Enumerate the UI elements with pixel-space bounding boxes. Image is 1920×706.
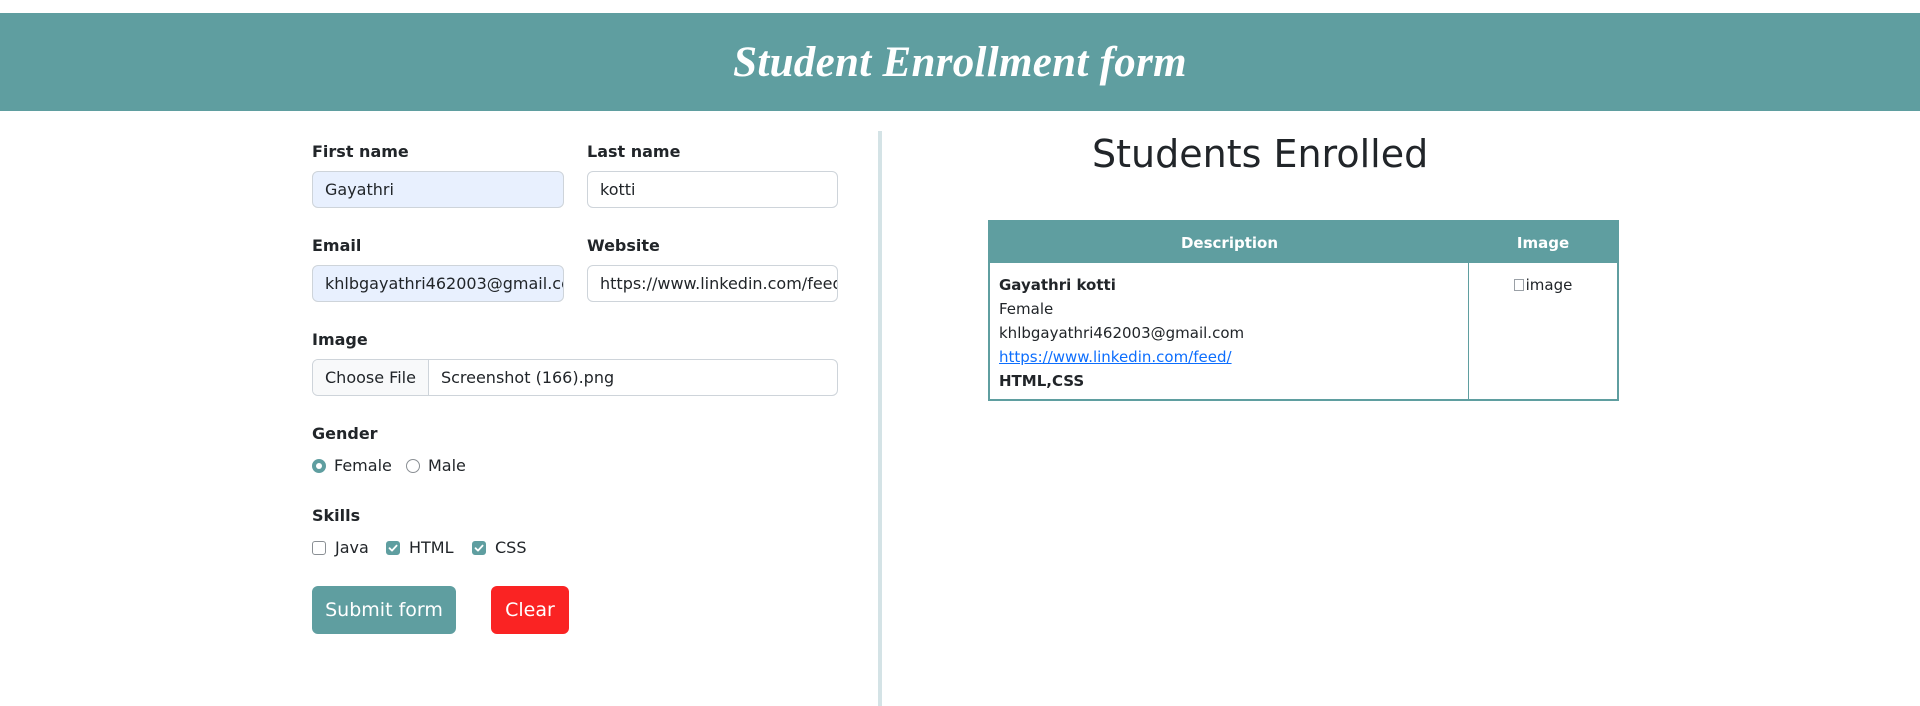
choose-file-button[interactable]: Choose File bbox=[313, 360, 429, 395]
student-gender: Female bbox=[999, 300, 1054, 318]
gender-option-label: Male bbox=[428, 456, 466, 475]
chosen-file-name: Screenshot (166).png bbox=[440, 368, 615, 387]
checkbox-checked-icon[interactable] bbox=[472, 540, 486, 555]
email-input[interactable]: khlbgayathri462003@gmail.com bbox=[312, 265, 564, 302]
table-row: Gayathri kotti Female khlbgayathri462003… bbox=[990, 263, 1617, 399]
image-file-input[interactable]: Choose File Screenshot (166).png bbox=[312, 359, 838, 396]
description-cell: Gayathri kotti Female khlbgayathri462003… bbox=[990, 263, 1469, 399]
table-header: Description Image bbox=[990, 222, 1617, 263]
broken-image-icon bbox=[1513, 279, 1524, 291]
vertical-divider bbox=[878, 131, 882, 706]
image-cell: image bbox=[1469, 263, 1617, 399]
first-name-label: First name bbox=[312, 142, 409, 161]
skill-option-label: Java bbox=[335, 538, 369, 557]
last-name-label: Last name bbox=[587, 142, 681, 161]
student-image: image bbox=[1513, 273, 1573, 297]
gender-label: Gender bbox=[312, 424, 378, 443]
website-input[interactable]: https://www.linkedin.com/feed/ bbox=[587, 265, 838, 302]
column-header-description: Description bbox=[1180, 233, 1279, 252]
gender-option-female[interactable]: Female bbox=[312, 456, 392, 475]
submit-form-button[interactable]: Submit form bbox=[312, 586, 456, 634]
radio-unchecked-icon[interactable] bbox=[406, 458, 420, 473]
page-header: Student Enrollment form bbox=[0, 13, 1920, 111]
image-alt-text: image bbox=[1525, 276, 1573, 294]
page-title: Student Enrollment form bbox=[733, 38, 1187, 86]
gender-option-male[interactable]: Male bbox=[406, 456, 466, 475]
top-spacer bbox=[0, 0, 1920, 13]
students-table: Description Image Gayathri kotti Female … bbox=[988, 220, 1619, 401]
skills-label: Skills bbox=[312, 506, 361, 525]
gender-option-label: Female bbox=[334, 456, 392, 475]
skill-option-css[interactable]: CSS bbox=[472, 538, 526, 557]
radio-checked-icon[interactable] bbox=[312, 458, 326, 473]
website-label: Website bbox=[587, 236, 660, 255]
last-name-input[interactable]: kotti bbox=[587, 171, 838, 208]
student-email: khlbgayathri462003@gmail.com bbox=[999, 324, 1245, 342]
skill-option-label: CSS bbox=[495, 538, 527, 557]
student-name: Gayathri kotti bbox=[999, 276, 1116, 294]
students-enrolled-title: Students Enrolled bbox=[1092, 132, 1429, 176]
email-label: Email bbox=[312, 236, 362, 255]
student-website-link[interactable]: https://www.linkedin.com/feed/ bbox=[999, 348, 1232, 366]
column-header-image: Image bbox=[1516, 233, 1570, 252]
skill-option-java[interactable]: Java bbox=[312, 538, 369, 557]
image-label: Image bbox=[312, 330, 368, 349]
clear-button[interactable]: Clear bbox=[491, 586, 569, 634]
student-skills: HTML,CSS bbox=[999, 372, 1085, 390]
skill-option-html[interactable]: HTML bbox=[386, 538, 454, 557]
checkbox-checked-icon[interactable] bbox=[386, 540, 400, 555]
skill-option-label: HTML bbox=[409, 538, 454, 557]
first-name-input[interactable]: Gayathri bbox=[312, 171, 564, 208]
checkbox-unchecked-icon[interactable] bbox=[312, 540, 326, 555]
